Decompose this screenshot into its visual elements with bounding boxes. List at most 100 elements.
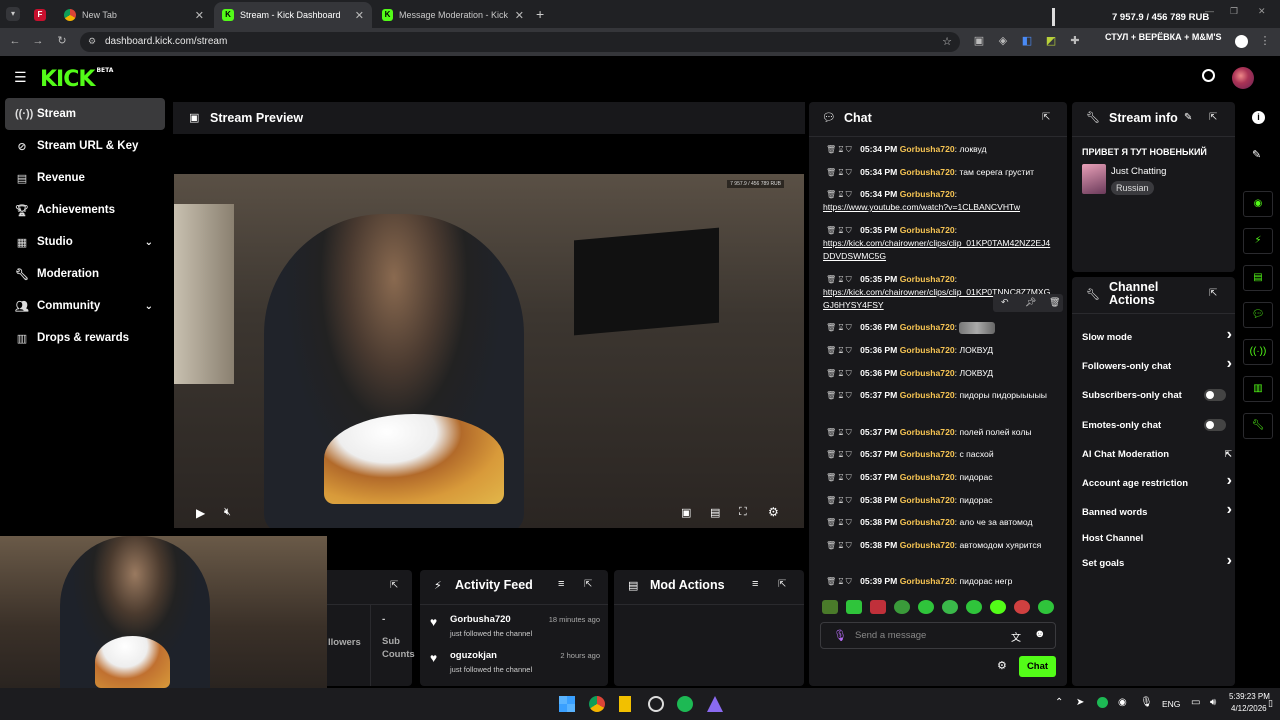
close-tab-icon[interactable]: ✕ [195, 9, 204, 22]
mod-actions-icon[interactable]: 🗑︎ ⌛︎ ⛉ [826, 450, 852, 459]
mod-actions-icon[interactable]: 🗑︎ ⌛︎ ⛉ [826, 168, 852, 177]
emoji-icon[interactable]: ☻ [1034, 628, 1046, 640]
back-icon[interactable]: ← [8, 34, 22, 48]
message-username[interactable]: Gorbusha720 [900, 576, 955, 586]
send-chat-button[interactable]: Chat [1019, 656, 1056, 677]
tab-pinned[interactable]: F [28, 2, 52, 28]
user-avatar[interactable] [1232, 67, 1254, 89]
mod-actions-icon[interactable]: 🗑︎ ⌛︎ ⛉ [826, 323, 852, 332]
mod-actions-icon[interactable]: 🗑︎ ⌛︎ ⛉ [826, 496, 852, 505]
chat-input[interactable]: 🎙︎ Send a message 文 ☻ [820, 622, 1056, 649]
popout-icon[interactable]: ⇱ [1042, 112, 1050, 123]
address-bar[interactable]: ⚙ dashboard.kick.com/stream ☆ [80, 32, 960, 52]
theater-mode-icon[interactable]: ▤ [710, 506, 720, 519]
mod-actions-icon[interactable]: 🗑︎ ⌛︎ ⛉ [826, 577, 852, 586]
mod-actions-icon[interactable]: 🗑︎ ⌛︎ ⛉ [826, 145, 852, 154]
extension-icon[interactable]: ◧ [1020, 34, 1034, 48]
tray-network-icon[interactable]: ▭ [1191, 697, 1200, 708]
message-username[interactable]: Gorbusha720 [900, 540, 955, 550]
category-name[interactable]: Just Chatting [1111, 166, 1166, 177]
mod-actions-icon[interactable]: 🗑︎ ⌛︎ ⛉ [826, 518, 852, 527]
pin-icon[interactable]: 📌︎ [1025, 297, 1036, 308]
chat-message[interactable]: 🗑︎ ⌛︎ ⛉ 05:38 PM Gorbusha720: автомодом … [820, 539, 1055, 552]
message-username[interactable]: Gorbusha720 [900, 495, 955, 505]
sidebar-item-community[interactable]: 👥︎ Community ⌄ [5, 290, 165, 322]
tray-telegram-icon[interactable]: ➤ [1076, 697, 1084, 708]
popout-icon[interactable]: ⇱ [1209, 288, 1217, 299]
notification-center-icon[interactable]: ▯ [1268, 698, 1273, 709]
sidebar-item-stream-url-key[interactable]: ⊘ Stream URL & Key [5, 130, 165, 162]
chat-message[interactable]: 🗑︎ ⌛︎ ⛉ 05:36 PM Gorbusha720: ЛОКВУД [820, 367, 1055, 380]
tray-spotify-icon[interactable] [1097, 697, 1108, 708]
message-username[interactable]: Gorbusha720 [900, 517, 955, 527]
app-taskbar-icon[interactable] [648, 696, 664, 712]
restore-window-icon[interactable]: ❐ [1230, 6, 1238, 17]
chat-message[interactable]: 🗑︎ ⌛︎ ⛉ 05:38 PM Gorbusha720: ало че за … [820, 516, 1055, 529]
filter-icon[interactable]: ≡ [752, 578, 758, 590]
channel-action-emotes-only-chat[interactable]: Emotes-only chat [1082, 418, 1232, 432]
message-username[interactable]: Gorbusha720 [900, 345, 955, 355]
mute-icon[interactable]: 🔇︎ [224, 506, 231, 519]
close-window-icon[interactable]: ✕ [1258, 6, 1266, 17]
channel-action-host-channel[interactable]: Host Channel [1082, 531, 1232, 545]
mod-actions-icon[interactable]: 🗑︎ ⌛︎ ⛉ [826, 391, 852, 400]
mod-actions-icon[interactable]: 🗑︎ ⌛︎ ⛉ [826, 275, 852, 284]
message-username[interactable]: Gorbusha720 [900, 390, 955, 400]
rail-edit-icon[interactable]: ✎ [1252, 148, 1261, 161]
popout-icon[interactable]: ⇱ [390, 580, 398, 591]
chat-message[interactable]: 🗑︎ ⌛︎ ⛉ 05:36 PM Gorbusha720: ЛОКВУД [820, 344, 1055, 357]
category-thumbnail[interactable] [1082, 164, 1106, 194]
tray-app-icon[interactable]: ◉ [1118, 697, 1127, 708]
chat-message[interactable]: 🗑︎ ⌛︎ ⛉ 05:38 PM Gorbusha720: пидорас [820, 494, 1055, 507]
activity-user[interactable]: oguzokjan [450, 650, 497, 661]
new-tab-button[interactable]: + [536, 6, 544, 22]
tab-new-tab[interactable]: New Tab ✕ [56, 2, 212, 28]
toggle-switch[interactable] [1204, 419, 1226, 431]
app-taskbar-icon[interactable] [619, 696, 631, 712]
menu-hamburger-icon[interactable]: ☰ [14, 69, 27, 86]
message-username[interactable]: Gorbusha720 [900, 449, 955, 459]
minimize-window-icon[interactable]: — [1205, 6, 1214, 16]
rail-layout-icon[interactable]: ▥ [1243, 376, 1273, 402]
sidebar-item-stream[interactable]: ((·)) Stream [5, 98, 165, 130]
sidebar-item-drops-rewards[interactable]: ▥ Drops & rewards [5, 322, 165, 354]
extension-icon[interactable]: ▣ [972, 34, 986, 48]
chat-message[interactable]: 🗑︎ ⌛︎ ⛉ 05:34 PM Gorbusha720: https://ww… [820, 188, 1055, 214]
info-icon[interactable]: i [1252, 111, 1265, 124]
reload-icon[interactable]: ↻ [55, 34, 69, 48]
emote[interactable] [1038, 600, 1054, 614]
chat-message[interactable]: 🗑︎ ⌛︎ ⛉ 05:37 PM Gorbusha720: полей поле… [820, 426, 1055, 439]
clock-date[interactable]: 4/12/2026 [1231, 704, 1267, 713]
mod-actions-icon[interactable]: 🗑︎ ⌛︎ ⛉ [826, 346, 852, 355]
chat-message[interactable]: 🗑︎ ⌛︎ ⛉ 05:37 PM Gorbusha720: пидоры пид… [820, 389, 1055, 402]
chrome-taskbar-icon[interactable] [589, 696, 605, 712]
chat-message[interactable]: 🗑︎ ⌛︎ ⛉ 05:36 PM Gorbusha720: [820, 321, 1055, 334]
tab-message-moderation[interactable]: K Message Moderation - Kick Da ✕ [374, 2, 532, 28]
rail-wrench-icon[interactable]: 🔧︎ [1243, 413, 1273, 439]
message-text[interactable]: https://www.youtube.com/watch?v=1CLBANCV… [823, 201, 1055, 214]
extension-icon[interactable]: ◈ [996, 34, 1010, 48]
popout-icon[interactable]: ⇱ [778, 579, 786, 590]
emote[interactable] [966, 600, 982, 614]
popout-icon[interactable]: ⇱ [1209, 112, 1217, 123]
mod-actions-icon[interactable]: 🗑︎ ⌛︎ ⛉ [826, 190, 852, 199]
filter-icon[interactable]: ≡ [558, 578, 564, 590]
emote[interactable] [822, 600, 838, 614]
message-username[interactable]: Gorbusha720 [900, 144, 955, 154]
extension-icon[interactable]: ◩ [1044, 34, 1058, 48]
emote[interactable] [918, 600, 934, 614]
toggle-switch[interactable] [1204, 389, 1226, 401]
edit-pencil-icon[interactable]: ✎ [1184, 112, 1192, 123]
tab-list-chevron-icon[interactable]: ▾ [6, 7, 20, 21]
reply-icon[interactable]: ↶ [1001, 297, 1009, 308]
settings-gear-icon[interactable]: ⚙ [768, 505, 779, 519]
close-tab-icon[interactable]: ✕ [355, 9, 364, 22]
message-text[interactable]: https://kick.com/chairowner/clips/clip_0… [823, 237, 1055, 263]
message-username[interactable]: Gorbusha720 [900, 472, 955, 482]
channel-action-set-goals[interactable]: Set goals › [1082, 552, 1232, 570]
play-icon[interactable]: ▶ [196, 506, 205, 520]
chat-message[interactable]: 🗑︎ ⌛︎ ⛉ 05:34 PM Gorbusha720: там серега… [820, 166, 1055, 179]
translate-icon[interactable]: 文 [1011, 629, 1021, 644]
popout-icon[interactable]: ⇱ [584, 579, 592, 590]
channel-action-followers-only-chat[interactable]: Followers-only chat › [1082, 355, 1232, 373]
